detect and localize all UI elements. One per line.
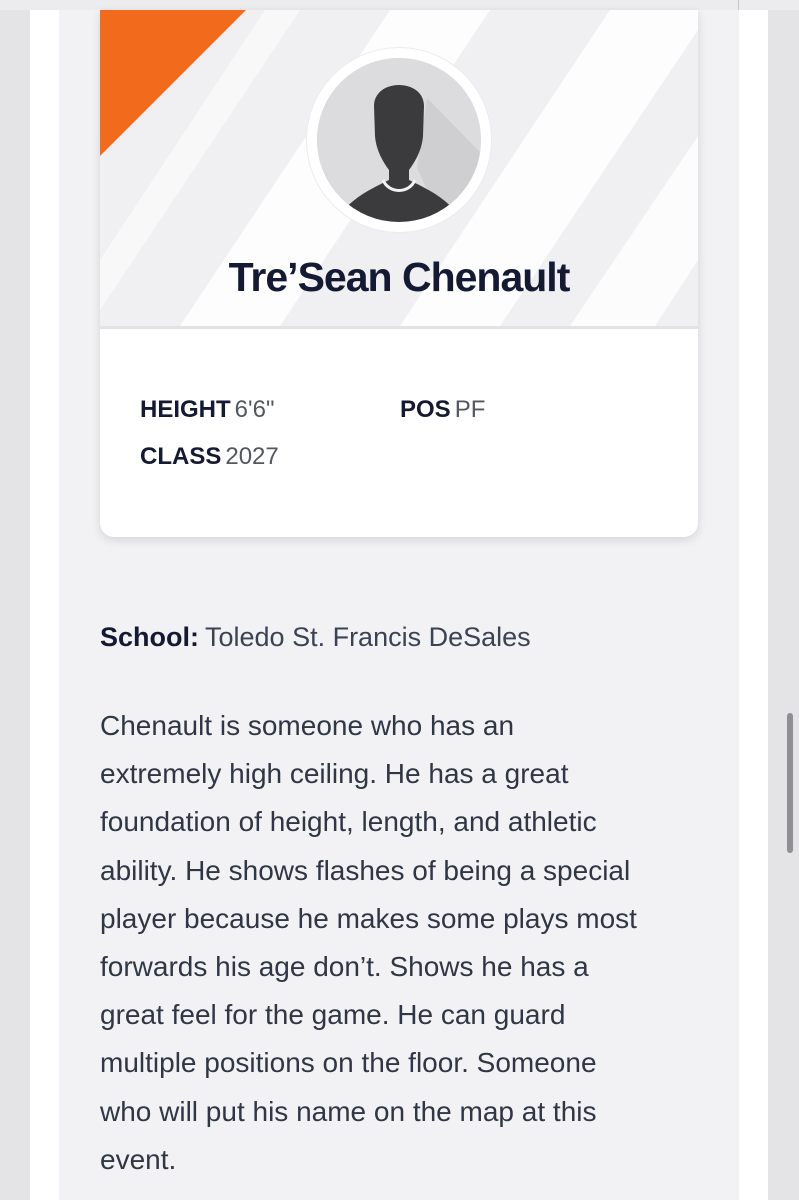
stat-class: CLASS 2027 <box>140 443 279 471</box>
page: Tre’Sean Chenault HEIGHT 6'6" POS PF CLASS… <box>0 0 799 1200</box>
player-card-banner: Tre’Sean Chenault <box>100 10 698 326</box>
banner-divider <box>100 326 698 329</box>
school-value: Toledo St. Francis DeSales <box>205 622 531 652</box>
left-gutter <box>0 10 30 1200</box>
school-label: School: <box>100 622 199 652</box>
bio-line: extremely high ceiling. He has a great <box>100 758 569 790</box>
stat-height-label: HEIGHT <box>140 396 231 423</box>
school-line: School: Toledo St. Francis DeSales <box>100 622 531 653</box>
bio-line: event. <box>100 1143 177 1175</box>
avatar <box>307 48 491 232</box>
player-card: Tre’Sean Chenault HEIGHT 6'6" POS PF CLASS… <box>100 10 698 537</box>
bio-line: multiple positions on the floor. Someone <box>100 1047 597 1079</box>
stat-class-value: 2027 <box>225 443 279 470</box>
player-name: Tre’Sean Chenault <box>228 254 571 300</box>
bio-line: player because he makes some plays most <box>100 902 637 934</box>
player-bio: Chenault is someone who has an extremely… <box>100 702 740 1184</box>
stat-pos: POS PF <box>400 396 485 424</box>
right-gutter <box>768 10 799 1200</box>
top-edge-notch <box>738 0 739 10</box>
bio-line: who will put his name on the map at this <box>100 1095 597 1127</box>
bio-line: forwards his age don’t. Shows he has a <box>100 951 589 983</box>
stat-class-label: CLASS <box>140 443 222 470</box>
stat-height: HEIGHT 6'6" <box>140 396 274 424</box>
stat-pos-value: PF <box>454 396 486 423</box>
stat-height-value: 6'6" <box>234 396 275 423</box>
bio-line: Chenault is someone who has an <box>100 710 515 741</box>
bio-line: foundation of height, length, and athlet… <box>100 806 597 838</box>
stat-pos-label: POS <box>400 396 451 423</box>
bio-line: ability. He shows flashes of being a spe… <box>100 854 631 886</box>
bio-line: great feel for the game. He can guard <box>100 999 566 1031</box>
scrollbar-thumb[interactable] <box>787 713 793 853</box>
player-silhouette-icon <box>317 58 481 222</box>
